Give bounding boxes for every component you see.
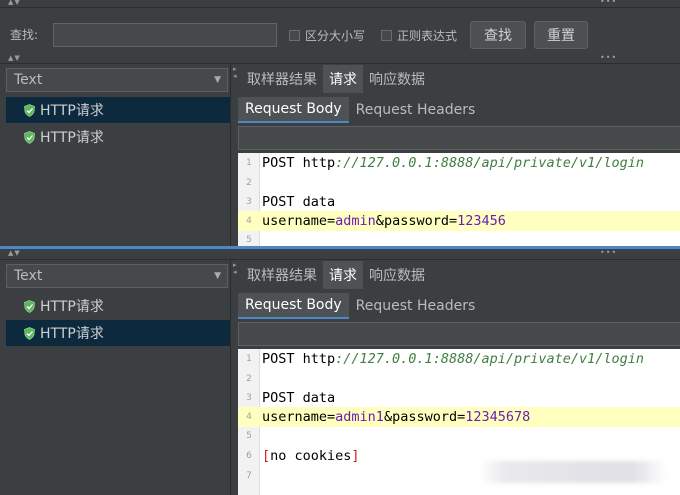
param-separator: & [375, 213, 384, 229]
tab-request[interactable]: 请求 [323, 65, 363, 93]
top-splitter[interactable]: ▲▼ ••• [0, 0, 680, 8]
param-separator: & [383, 409, 393, 425]
request-subtabs: Request Body Request Headers [238, 293, 482, 319]
post-data-heading: POST data [262, 194, 336, 210]
param-key: username= [262, 409, 336, 425]
tree-item-label: HTTP请求 [40, 326, 104, 342]
tree-item-http-request[interactable]: HTTP请求 [6, 293, 230, 319]
result-detail-pane: ▸ ◂ 取样器结果 请求 响应数据 Request Body Request He… [232, 260, 680, 495]
post-data-heading: POST data [262, 390, 336, 406]
param-key: username= [262, 213, 336, 229]
code-line-highlighted: 4 username=admin1&password=12345678 [238, 407, 680, 427]
code-line: 1 POST http://127.0.0.1:8888/api/private… [238, 153, 680, 173]
collapse-arrows-icon[interactable]: ▲▼ [8, 0, 21, 6]
param-value: admin [335, 213, 376, 229]
line-number: 1 [246, 158, 252, 168]
panel-splitter[interactable]: ▲▼ ••• [0, 248, 680, 260]
tab-sampler-result[interactable]: 取样器结果 [241, 65, 323, 93]
code-line: 3 POST data [238, 388, 680, 408]
pane-collapse-icon[interactable]: ▸ ◂ [233, 262, 237, 276]
tab-response-data[interactable]: 响应数据 [363, 65, 431, 93]
tree-item-http-request[interactable]: HTTP请求 [6, 97, 230, 123]
tab-response-data[interactable]: 响应数据 [363, 261, 431, 289]
tab-request-body[interactable]: Request Body [238, 293, 349, 319]
case-sensitive-checkbox[interactable]: 区分大小写 [289, 27, 365, 44]
request-subtabs: Request Body Request Headers [238, 97, 482, 123]
line-number: 7 [246, 471, 252, 481]
cookies-text: no cookies [270, 448, 352, 464]
renderer-select-value: Text [14, 72, 43, 88]
search-label: 查找: [10, 28, 39, 42]
tree-item-label: HTTP请求 [40, 130, 104, 146]
tree-item-http-request[interactable]: HTTP请求 [6, 320, 230, 346]
line-number: 4 [246, 216, 252, 226]
reset-button[interactable]: 重置 [534, 21, 588, 49]
regex-checkbox[interactable]: 正则表达式 [381, 27, 457, 44]
renderer-select-value: Text [14, 268, 43, 284]
line-number: 1 [246, 354, 252, 364]
middle-splitter[interactable]: ▲▼ ••• [0, 53, 680, 64]
pane-collapse-icon[interactable]: ▸ ◂ [233, 66, 237, 80]
search-input[interactable] [53, 23, 277, 47]
renderer-select[interactable]: Text ▼ [6, 68, 228, 92]
code-line: 2 [238, 369, 680, 389]
collapse-arrows-icon[interactable]: ▲▼ [8, 249, 21, 257]
code-line: 5 [238, 426, 680, 446]
code-line: 1 POST http://127.0.0.1:8888/api/private… [238, 349, 680, 369]
results-tree-pane: Text ▼ HTTP请求 HTTP请求 [0, 64, 231, 246]
param-value: admin1 [335, 409, 384, 425]
find-button[interactable]: 查找 [470, 21, 526, 49]
result-tabs: 取样器结果 请求 响应数据 [241, 261, 431, 289]
param-value: 123456 [457, 213, 506, 229]
regex-label: 正则表达式 [397, 29, 458, 43]
tab-request[interactable]: 请求 [323, 261, 363, 289]
drag-handle-icon[interactable]: ••• [600, 0, 617, 6]
success-shield-icon [24, 130, 35, 144]
editor-toolbar [238, 322, 680, 346]
tab-request-headers[interactable]: Request Headers [349, 97, 483, 123]
drag-handle-icon[interactable]: ••• [600, 248, 617, 257]
code-line: 2 [238, 173, 680, 193]
line-number: 3 [246, 393, 252, 403]
success-shield-icon [24, 326, 35, 340]
result-detail-pane: ▸ ◂ 取样器结果 请求 响应数据 Request Body Request He… [232, 64, 680, 246]
collapse-arrows-icon[interactable]: ▲▼ [8, 54, 21, 62]
success-shield-icon [24, 103, 35, 117]
bracket-close: ] [351, 448, 360, 464]
request-url: ://127.0.0.1:8888/api/private/v1/login [335, 351, 645, 367]
line-number: 5 [246, 235, 252, 245]
bracket-open: [ [262, 448, 271, 464]
case-sensitive-label: 区分大小写 [305, 29, 366, 43]
editor-toolbar [238, 126, 680, 150]
tab-request-headers[interactable]: Request Headers [349, 293, 483, 319]
line-number: 3 [246, 197, 252, 207]
tree-item-label: HTTP请求 [40, 103, 104, 119]
line-number: 2 [246, 178, 252, 188]
success-shield-icon [24, 299, 35, 313]
drag-handle-icon[interactable]: ••• [600, 53, 617, 62]
renderer-select[interactable]: Text ▼ [6, 264, 228, 288]
line-number: 4 [246, 412, 252, 422]
watermark-blur [478, 461, 668, 483]
line-number: 6 [246, 451, 252, 461]
param-key: password= [392, 409, 466, 425]
param-key: password= [383, 213, 458, 229]
chevron-down-icon[interactable]: ▼ [214, 271, 221, 281]
result-tabs: 取样器结果 请求 响应数据 [241, 65, 431, 93]
chevron-down-icon[interactable]: ▼ [214, 75, 221, 85]
request-url: ://127.0.0.1:8888/api/private/v1/login [335, 155, 645, 171]
request-method: POST http [262, 351, 336, 367]
code-line-highlighted: 4 username=admin&password=123456 [238, 211, 680, 231]
line-number: 5 [246, 431, 252, 441]
tree-item-http-request[interactable]: HTTP请求 [6, 124, 230, 150]
line-number: 2 [246, 374, 252, 384]
tree-item-label: HTTP请求 [40, 299, 104, 315]
results-tree-pane: Text ▼ HTTP请求 HTTP请求 [0, 260, 231, 495]
code-line: 3 POST data [238, 192, 680, 212]
tab-request-body[interactable]: Request Body [238, 97, 349, 123]
request-body-editor[interactable]: 1 POST http://127.0.0.1:8888/api/private… [238, 153, 680, 246]
tab-sampler-result[interactable]: 取样器结果 [241, 261, 323, 289]
param-value: 12345678 [465, 409, 531, 425]
request-method: POST http [262, 155, 336, 171]
